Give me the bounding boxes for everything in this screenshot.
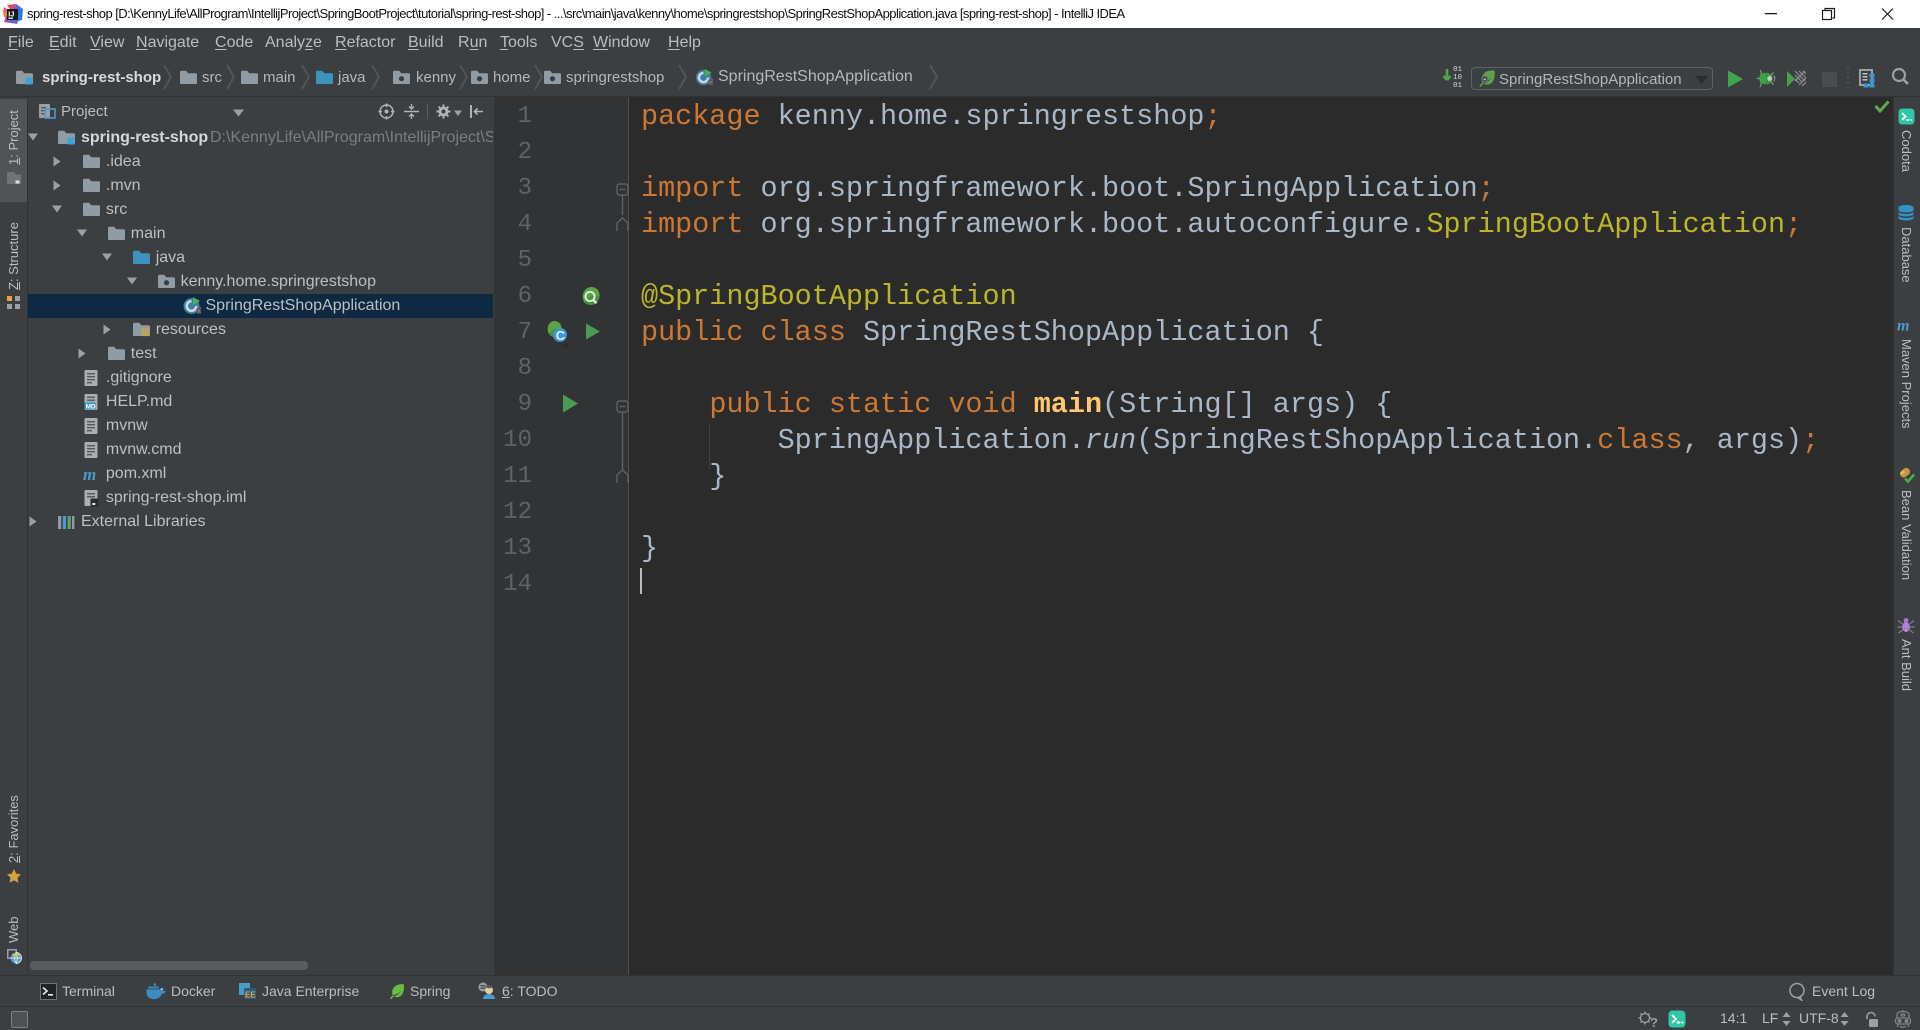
svg-text:m: m xyxy=(1898,318,1910,335)
svg-text:C: C xyxy=(556,328,566,343)
svg-text:?: ? xyxy=(1650,1015,1658,1029)
svg-text:EE: EE xyxy=(245,991,256,1000)
svg-text:IJ: IJ xyxy=(8,10,14,19)
